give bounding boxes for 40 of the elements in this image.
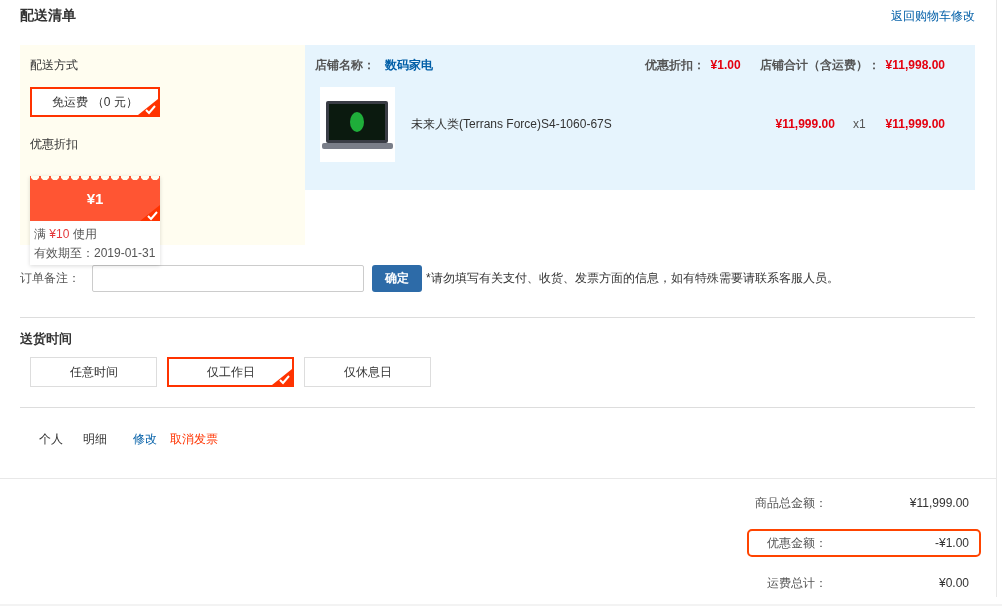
shipping-title: 配送方式	[30, 57, 79, 74]
remark-note: *请勿填写有关支付、收货、发票方面的信息，如有特殊需要请联系客服人员。	[426, 269, 839, 287]
cancel-invoice-link[interactable]: 取消发票	[170, 430, 218, 448]
product-quantity: x1	[852, 117, 866, 131]
store-total-label: 店铺合计（含运费）：	[759, 56, 880, 74]
store-discount: ¥1.00	[710, 58, 741, 72]
back-to-cart-link[interactable]: 返回购物车修改	[891, 7, 975, 25]
delivery-option[interactable]: 仅休息日	[304, 357, 431, 387]
summary-value: ¥11,999.00	[908, 496, 969, 510]
store-total: ¥11,998.00	[885, 58, 945, 72]
shipping-option[interactable]: 免运费 （0 元）	[30, 87, 160, 117]
summary-label: 优惠金额：	[766, 534, 827, 552]
delivery-option[interactable]: 仅工作日	[167, 357, 294, 387]
summary-value: -¥1.00	[933, 536, 969, 550]
store-name: 数码家电	[385, 56, 433, 74]
remark-label: 订单备注：	[20, 269, 80, 287]
delivery-option[interactable]: 任意时间	[30, 357, 157, 387]
coupon-condition: 满 ¥10 使用	[33, 226, 98, 243]
check-icon	[138, 99, 158, 115]
summary-label: 运费总计：	[766, 574, 827, 592]
product-subtotal: ¥11,999.00	[885, 117, 945, 131]
coupon-card[interactable]: ¥1 满 ¥10 使用 有效期至：2019-01-31	[30, 176, 160, 265]
coupon-amount: ¥1	[86, 190, 104, 207]
product-name: 未来人类(Terrans Force)S4-1060-67S	[411, 115, 613, 133]
discount-title: 优惠折扣	[30, 136, 79, 153]
invoice-content: 明细	[83, 430, 107, 448]
discount-label: 优惠折扣：	[644, 56, 705, 74]
edit-invoice-link[interactable]: 修改	[133, 430, 157, 448]
delivery-time-title: 送货时间	[20, 330, 73, 348]
store-name-label: 店铺名称：	[315, 56, 375, 74]
check-icon	[272, 369, 292, 385]
invoice-type: 个人	[39, 430, 63, 448]
confirm-button[interactable]: 确定	[372, 264, 422, 292]
summary-value: ¥0.00	[937, 576, 969, 590]
summary-label: 商品总金额：	[754, 494, 827, 512]
product-price: ¥11,999.00	[775, 117, 835, 131]
check-icon	[140, 205, 160, 221]
remark-input[interactable]	[92, 264, 364, 292]
coupon-expiry: 有效期至：2019-01-31	[33, 245, 157, 262]
section-title: 配送清单	[20, 7, 76, 25]
